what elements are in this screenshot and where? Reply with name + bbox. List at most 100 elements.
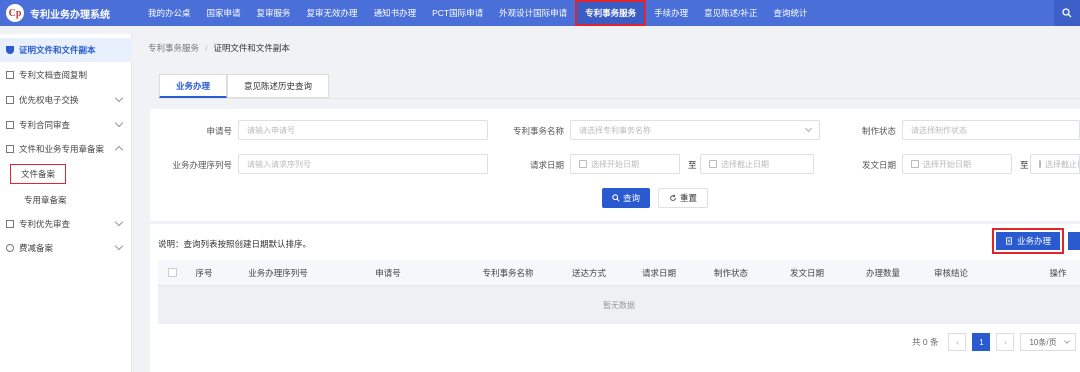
col-header: 请求日期 [641,268,676,278]
make-status-label: 制作状态 [861,126,896,136]
table-empty: 暂无数据 [158,286,1080,324]
service-name-label: 专利事务名称 [512,126,564,136]
search-icon [612,194,620,202]
breadcrumb-parent[interactable]: 专利事务服务 [148,43,199,53]
col-header: 序号 [195,268,213,278]
reset-button-label: 重置 [679,193,697,203]
chevron-down-icon [804,124,813,133]
handle-button-highlight: 业务办理 [992,228,1064,254]
sidebar-item-label: 文件和业务专用章备案 [19,144,105,154]
sidebar-item-doc-copy[interactable]: 专利文档查阅复制 [0,63,132,87]
tab-handle[interactable]: 业务办理 [159,74,228,98]
document-icon [1006,237,1012,245]
sidebar-item-priority-review[interactable]: 专利优先审查 [0,212,132,236]
app-logo: Cp [6,4,24,22]
grid-icon [6,96,14,104]
sidebar-item-priority-exchange[interactable]: 优先权电子交换 [0,88,132,112]
serial-no-label: 业务办理序列号 [172,160,232,170]
search-icon[interactable] [1054,0,1080,26]
top-nav-bar: Cp 专利业务办理系统 我的办公桌 国家申请 复审服务 复审无效办理 通知书办理… [0,0,1080,26]
document-icon [6,71,14,79]
handle-button[interactable]: 业务办理 [996,232,1060,250]
nav-item-reexam[interactable]: 复审服务 [249,0,299,26]
next-page-icon[interactable]: › [996,333,1015,351]
nav-item-patent-service[interactable]: 专利事务服务 [575,0,647,26]
search-button[interactable]: 查询 [602,188,650,208]
sidebar-item-contract[interactable]: 专利合同审查 [0,113,132,137]
review-icon [6,220,14,228]
brand[interactable]: Cp 专利业务办理系统 [0,0,140,26]
result-list: 说明：查询列表按照创建日期默认排序。 业务办理 序号 业务办理序列号 申请号 专… [150,224,1080,372]
nav-item-procedure[interactable]: 手续办理 [646,0,696,26]
request-date-start-placeholder: 选择开始日期 [591,159,639,169]
sidebar: 证明文件和文件副本 专利文档查阅复制 优先权电子交换 专利合同审查 文件和业务专… [0,34,132,372]
handle-button-label: 业务办理 [1016,236,1051,246]
calendar-icon [709,160,717,168]
nav-item-query[interactable]: 查询统计 [766,0,816,26]
send-date-to: 至 [1020,160,1029,170]
request-date-end[interactable]: 选择截止日期 [700,154,814,174]
service-name-placeholder: 请选择专利事务名称 [579,125,651,135]
contract-icon [6,121,14,129]
tab-bar: 业务办理 意见陈述历史查询 [159,74,330,98]
serial-no-input[interactable]: 请输入请求序列号 [238,154,488,174]
chevron-down-icon [114,241,124,251]
sidebar-item-fee-reduction[interactable]: 费减备案 [0,236,132,260]
request-date-label: 请求日期 [529,160,564,170]
send-date-start[interactable]: 选择开始日期 [902,154,1012,174]
chevron-down-icon [114,118,124,128]
col-header: 办理数量 [865,268,900,278]
send-date-label: 发文日期 [861,160,896,170]
send-date-end[interactable]: 选择截止日期 [1030,154,1080,174]
prev-page-icon[interactable]: ‹ [948,333,967,351]
col-header: 制作状态 [713,268,748,278]
nav-item-design-intl[interactable]: 外观设计国际申请 [491,0,575,26]
breadcrumb-separator: / [205,43,208,53]
sidebar-item-certificates[interactable]: 证明文件和文件副本 [0,38,132,62]
tab-divider [159,98,1080,99]
col-header: 业务办理序列号 [248,268,308,278]
page-size-select[interactable]: 10条/页 [1020,333,1077,351]
service-name-select[interactable]: 请选择专利事务名称 [570,120,820,140]
search-button-label: 查询 [622,193,640,203]
select-all-checkbox[interactable] [168,268,177,277]
nav-item-notice[interactable]: 通知书办理 [366,0,425,26]
shield-icon [6,46,14,54]
more-button[interactable] [1068,232,1080,250]
col-header: 发文日期 [789,268,824,278]
breadcrumb-current: 证明文件和文件副本 [213,43,290,53]
main-nav: 我的办公桌 国家申请 复审服务 复审无效办理 通知书办理 PCT国际申请 外观设… [140,0,816,26]
nav-item-opinion[interactable]: 意见陈述/补正 [696,0,765,26]
request-date-end-placeholder: 选择截止日期 [721,159,769,169]
sidebar-item-seal-filing[interactable]: 文件和业务专用章备案 [0,137,132,161]
breadcrumb: 专利事务服务 / 证明文件和文件副本 [148,42,290,54]
sidebar-item-label: 证明文件和文件副本 [19,45,96,55]
send-date-start-placeholder: 选择开始日期 [923,159,971,169]
nav-item-pct[interactable]: PCT国际申请 [424,0,491,26]
request-date-start[interactable]: 选择开始日期 [570,154,680,174]
tab-opinion-history[interactable]: 意见陈述历史查询 [227,74,330,98]
total-count: 共 0 条 [912,337,939,347]
chevron-down-icon [1064,338,1071,344]
nav-item-invalidation[interactable]: 复审无效办理 [299,0,366,26]
sidebar-item-label: 优先权电子交换 [19,95,79,105]
col-header: 申请号 [375,268,401,278]
col-header: 送达方式 [571,268,606,278]
nav-item-national[interactable]: 国家申请 [199,0,249,26]
sidebar-subitem-file-filing[interactable]: 文件备案 [10,164,67,184]
calendar-icon [579,160,587,168]
pagination: 共 0 条 ‹ 1 › 10条/页 [912,332,1077,352]
reset-button[interactable]: 重置 [658,188,708,208]
make-status-select[interactable]: 请选择制作状态 [902,120,1080,140]
folder-icon [6,145,14,153]
chevron-down-icon [114,93,124,103]
nav-item-desk[interactable]: 我的办公桌 [140,0,199,26]
sidebar-item-label: 专利合同审查 [19,120,71,130]
page-number[interactable]: 1 [972,333,991,351]
sidebar-item-label: 专利优先审查 [19,219,71,229]
main-content: 专利事务服务 / 证明文件和文件副本 业务办理 意见陈述历史查询 申请号 请输入申请… [140,34,1080,372]
sidebar-subitem-seal-filing[interactable]: 专用章备案 [24,194,67,206]
col-header: 操作 [1049,268,1067,278]
calendar-icon [911,160,919,168]
application-no-input[interactable]: 请输入申请号 [238,120,488,140]
